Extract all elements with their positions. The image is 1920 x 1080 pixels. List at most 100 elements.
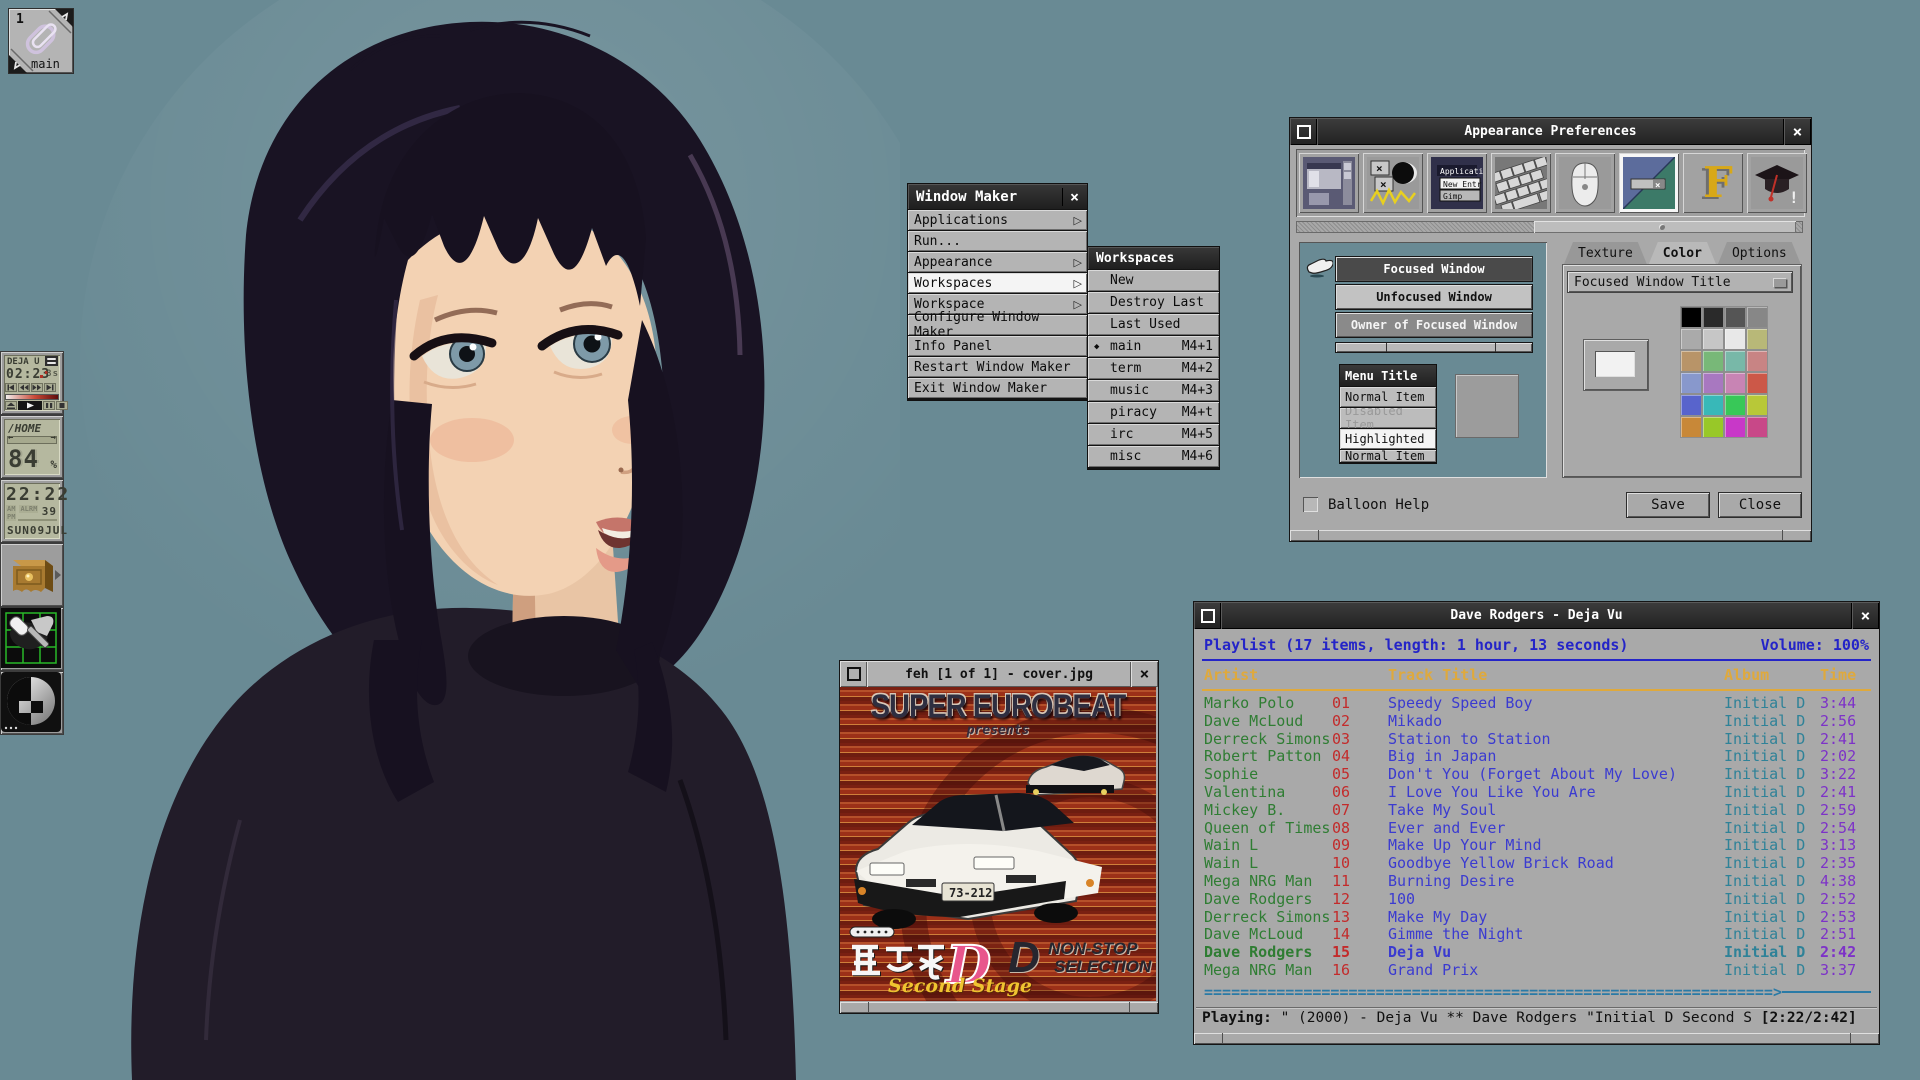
dockapp-music-player[interactable]: DEJA U 02:23 8s xyxy=(0,351,64,415)
wprefs-icon-font[interactable]: FF xyxy=(1683,153,1743,213)
root-menu-item-info-panel[interactable]: Info Panel xyxy=(908,336,1087,356)
root-menu-item-workspaces[interactable]: Workspaces▷ xyxy=(908,273,1087,293)
preview-menu-item-1[interactable]: Disabled Item xyxy=(1340,408,1436,428)
preview-menu-title[interactable]: Menu Title xyxy=(1340,365,1436,386)
wprefs-resizebar[interactable] xyxy=(1290,530,1811,541)
wprefs-icon-keyboard[interactable] xyxy=(1491,153,1551,213)
dock-drawer[interactable] xyxy=(0,543,64,607)
workspaces-menu-item-last-used[interactable]: Last Used xyxy=(1088,314,1219,335)
playlist-row[interactable]: Dave Rodgers15Deja VuInitial D2:42 xyxy=(1196,944,1877,962)
workspaces-menu-item-destroy-last[interactable]: Destroy Last xyxy=(1088,292,1219,313)
close-button[interactable]: Close xyxy=(1718,492,1802,518)
preview-owner-titlebar[interactable]: Owner of Focused Window xyxy=(1335,312,1533,338)
eject-button[interactable] xyxy=(5,401,17,410)
workspaces-menu-item-piracy[interactable]: piracyM4+t xyxy=(1088,402,1219,423)
tab-texture[interactable]: Texture xyxy=(1564,242,1647,264)
palette-color[interactable] xyxy=(1747,329,1767,349)
feh-resizebar[interactable] xyxy=(840,1002,1158,1013)
workspaces-menu-item-new[interactable]: New xyxy=(1088,270,1219,291)
album-cover-image[interactable]: SUPER EUROBEAT presents 73-212 xyxy=(840,687,1156,1001)
wprefs-icon-appearance[interactable]: × xyxy=(1619,153,1679,213)
root-menu-item-configure-window-maker[interactable]: Configure Window Maker xyxy=(908,315,1087,335)
arrow-right-icon[interactable]: → xyxy=(51,433,56,443)
palette-color[interactable] xyxy=(1681,351,1701,371)
root-menu-item-appearance[interactable]: Appearance▷ xyxy=(908,252,1087,272)
palette-color[interactable] xyxy=(1703,373,1723,393)
workspace-clip[interactable]: 1 main xyxy=(8,8,74,74)
tab-options[interactable]: Options xyxy=(1718,242,1801,264)
fast-forward-button[interactable] xyxy=(31,383,43,392)
root-menu-titlebar[interactable]: Window Maker × xyxy=(908,184,1087,209)
palette-color[interactable] xyxy=(1703,307,1723,327)
next-button[interactable] xyxy=(44,383,56,392)
workspaces-menu-item-misc[interactable]: miscM4+6 xyxy=(1088,446,1219,467)
playlist-row[interactable]: Derreck Simons03Station to StationInitia… xyxy=(1196,731,1877,749)
tab-color[interactable]: Color xyxy=(1649,242,1716,264)
player-resizebar[interactable] xyxy=(1194,1033,1879,1044)
palette-color[interactable] xyxy=(1725,329,1745,349)
playlist-row[interactable]: Dave Rodgers12100Initial D2:52 xyxy=(1196,891,1877,909)
stop-button[interactable] xyxy=(56,401,68,410)
preview-menu-item-0[interactable]: Normal Item xyxy=(1340,387,1436,407)
dockapp-gnustep[interactable] xyxy=(0,671,64,735)
player-titlebar[interactable]: Dave Rodgers - Deja Vu × xyxy=(1194,602,1879,629)
rewind-button[interactable] xyxy=(18,383,30,392)
preview-menu-item-3[interactable]: Normal Item xyxy=(1340,450,1436,462)
palette-color[interactable] xyxy=(1681,417,1701,437)
root-menu-item-run-[interactable]: Run... xyxy=(908,231,1087,251)
palette-color[interactable] xyxy=(1747,307,1767,327)
palette-color[interactable] xyxy=(1725,373,1745,393)
feh-titlebar[interactable]: feh [1 of 1] - cover.jpg × xyxy=(840,661,1158,687)
root-menu-close-icon[interactable]: × xyxy=(1062,188,1079,206)
feh-miniaturize-button[interactable] xyxy=(840,661,867,687)
pause-button[interactable] xyxy=(43,401,55,410)
playlist-row[interactable]: Wain L09Make Up Your MindInitial D3:13 xyxy=(1196,837,1877,855)
playlist-row[interactable]: Marko Polo01Speedy Speed BoyInitial D3:4… xyxy=(1196,695,1877,713)
prev-button[interactable] xyxy=(5,383,17,392)
palette-color[interactable] xyxy=(1681,373,1701,393)
playlist-row[interactable]: Dave McLoud02MikadoInitial D2:56 xyxy=(1196,713,1877,731)
dockapp-config-tool[interactable] xyxy=(0,607,64,671)
preview-menu-item-2[interactable]: Highlighted xyxy=(1340,429,1436,449)
preview-resizebar[interactable] xyxy=(1335,342,1533,353)
playlist-row[interactable]: Mickey B.07Take My SoulInitial D2:59 xyxy=(1196,802,1877,820)
wprefs-window-menu-button[interactable] xyxy=(1290,118,1317,145)
playlist-row[interactable]: Dave McLoud14Gimme the NightInitial D2:5… xyxy=(1196,926,1877,944)
palette-color[interactable] xyxy=(1725,417,1745,437)
balloon-help-checkbox[interactable] xyxy=(1303,497,1318,512)
palette-color[interactable] xyxy=(1747,351,1767,371)
arrow-left-icon[interactable]: ← xyxy=(8,433,13,443)
root-menu-item-restart-window-maker[interactable]: Restart Window Maker xyxy=(908,357,1087,377)
player-close-icon[interactable]: × xyxy=(1852,602,1879,629)
palette-color[interactable] xyxy=(1747,417,1767,437)
palette-color[interactable] xyxy=(1725,395,1745,415)
wprefs-titlebar[interactable]: Appearance Preferences × xyxy=(1290,118,1811,145)
focused-window-title-dropdown[interactable]: Focused Window Title xyxy=(1567,271,1793,293)
palette-color[interactable] xyxy=(1703,329,1723,349)
playlist-row[interactable]: Valentina06I Love You Like You AreInitia… xyxy=(1196,784,1877,802)
color-well[interactable] xyxy=(1583,339,1649,391)
desktop[interactable]: { "clip": {"workspace_number": "1", "wor… xyxy=(0,0,1920,1080)
wprefs-icon-expert[interactable]: ! xyxy=(1747,153,1807,213)
preview-focused-titlebar[interactable]: Focused Window xyxy=(1335,256,1533,282)
root-menu-item-exit-window-maker[interactable]: Exit Window Maker xyxy=(908,378,1087,398)
palette-color[interactable] xyxy=(1703,395,1723,415)
playlist-row[interactable]: Sophie05Don't You (Forget About My Love)… xyxy=(1196,766,1877,784)
palette-color[interactable] xyxy=(1681,329,1701,349)
workspaces-menu-item-irc[interactable]: ircM4+5 xyxy=(1088,424,1219,445)
playlist-row[interactable]: Robert Patton04Big in JapanInitial D2:02 xyxy=(1196,748,1877,766)
wprefs-icon-menus[interactable]: ApplicatiNew Entr|Gimp xyxy=(1427,153,1487,213)
playlist-row[interactable]: Wain L10Goodbye Yellow Brick RoadInitial… xyxy=(1196,855,1877,873)
wprefs-icon-animations[interactable]: ×× xyxy=(1363,153,1423,213)
dockapp-clock[interactable]: 22:22 AM ALRM PM 39 SUN09JUL xyxy=(0,479,64,543)
player-progress-bar[interactable] xyxy=(5,394,59,400)
palette-color[interactable] xyxy=(1725,307,1745,327)
play-button[interactable] xyxy=(18,401,42,410)
dockapp-disk-usage[interactable]: /HOME ← → 84 % xyxy=(0,415,64,479)
preview-icon-swatch[interactable] xyxy=(1455,374,1519,438)
workspaces-menu-item-term[interactable]: termM4+2 xyxy=(1088,358,1219,379)
palette-color[interactable] xyxy=(1681,395,1701,415)
playlist-row[interactable]: Derreck Simons13Make My DayInitial D2:53 xyxy=(1196,909,1877,927)
palette-color[interactable] xyxy=(1725,351,1745,371)
preview-unfocused-titlebar[interactable]: Unfocused Window xyxy=(1335,284,1533,310)
